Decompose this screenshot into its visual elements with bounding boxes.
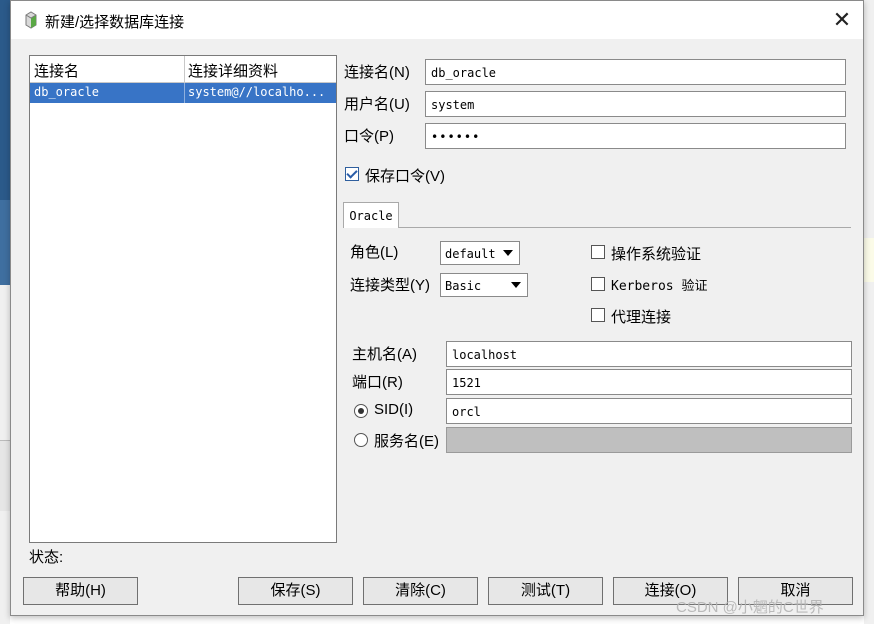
title-bar: 新建/选择数据库连接 ✕ [11,1,863,39]
column-divider[interactable] [184,56,185,82]
hostname-field[interactable]: localhost [446,341,852,367]
port-field[interactable]: 1521 [446,369,852,395]
username-field[interactable]: system [425,91,846,117]
role-select-value: default [445,247,496,261]
proxy-connection-checkbox[interactable] [591,308,605,322]
username-label: 用户名(U) [344,96,410,113]
help-button[interactable]: 帮助(H) [23,577,138,605]
new-connection-dialog: 新建/选择数据库连接 ✕ 连接名 连接详细资料 db_oracle system… [10,0,864,616]
proxy-connection-label: 代理连接 [611,309,672,326]
service-name-label: 服务名(E) [374,433,439,450]
connection-type-select[interactable]: Basic [440,273,528,297]
password-field[interactable]: •••••• [425,123,846,149]
sid-radio[interactable] [354,404,368,418]
password-label: 口令(P) [344,128,394,145]
tab-oracle[interactable]: Oracle [343,202,399,228]
tab-strip-line [399,227,851,228]
port-label: 端口(R) [352,374,403,391]
dialog-title: 新建/选择数据库连接 [45,14,185,31]
chevron-down-icon [511,282,521,288]
watermark: CSDN @小魍的C世界 [676,599,824,616]
role-label: 角色(L) [350,244,399,261]
background-highlight-band [864,238,874,282]
background-editor [0,440,10,511]
test-button[interactable]: 测试(T) [488,577,603,605]
os-auth-label: 操作系统验证 [611,246,702,263]
chevron-down-icon [503,250,513,256]
sid-label: SID(I) [374,401,414,418]
save-password-checkbox[interactable] [345,167,359,181]
role-select[interactable]: default [440,241,520,265]
status-label: 状态: [29,549,64,566]
background-panel-lower [0,200,10,285]
sid-field[interactable]: orcl [446,398,852,424]
connection-type-label: 连接类型(Y) [350,277,430,294]
table-row[interactable]: db_oracle system@//localho... [30,83,336,103]
save-button[interactable]: 保存(S) [238,577,353,605]
os-auth-checkbox[interactable] [591,245,605,259]
row-details-cell: system@//localho... [188,85,326,99]
database-icon [25,11,37,29]
connection-name-label: 连接名(N) [344,64,410,81]
service-name-radio[interactable] [354,433,368,447]
connection-list[interactable]: 连接名 连接详细资料 db_oracle system@//localho... [29,55,337,543]
service-name-field [446,427,852,453]
row-name-cell: db_oracle [34,85,100,99]
close-button[interactable]: ✕ [827,5,857,35]
background-app-right [864,0,874,624]
save-password-label: 保存口令(V) [365,168,445,185]
kerberos-checkbox[interactable] [591,277,605,291]
connection-name-field[interactable]: db_oracle [425,59,846,85]
kerberos-label: Kerberos 验证 [611,279,708,294]
background-app-left [0,0,10,624]
column-header-name[interactable]: 连接名 [34,60,79,81]
clear-button[interactable]: 清除(C) [363,577,478,605]
list-header: 连接名 连接详细资料 [30,56,336,83]
column-header-details[interactable]: 连接详细资料 [188,60,278,81]
row-divider [184,83,185,103]
hostname-label: 主机名(A) [352,346,417,363]
connection-type-value: Basic [445,279,482,293]
